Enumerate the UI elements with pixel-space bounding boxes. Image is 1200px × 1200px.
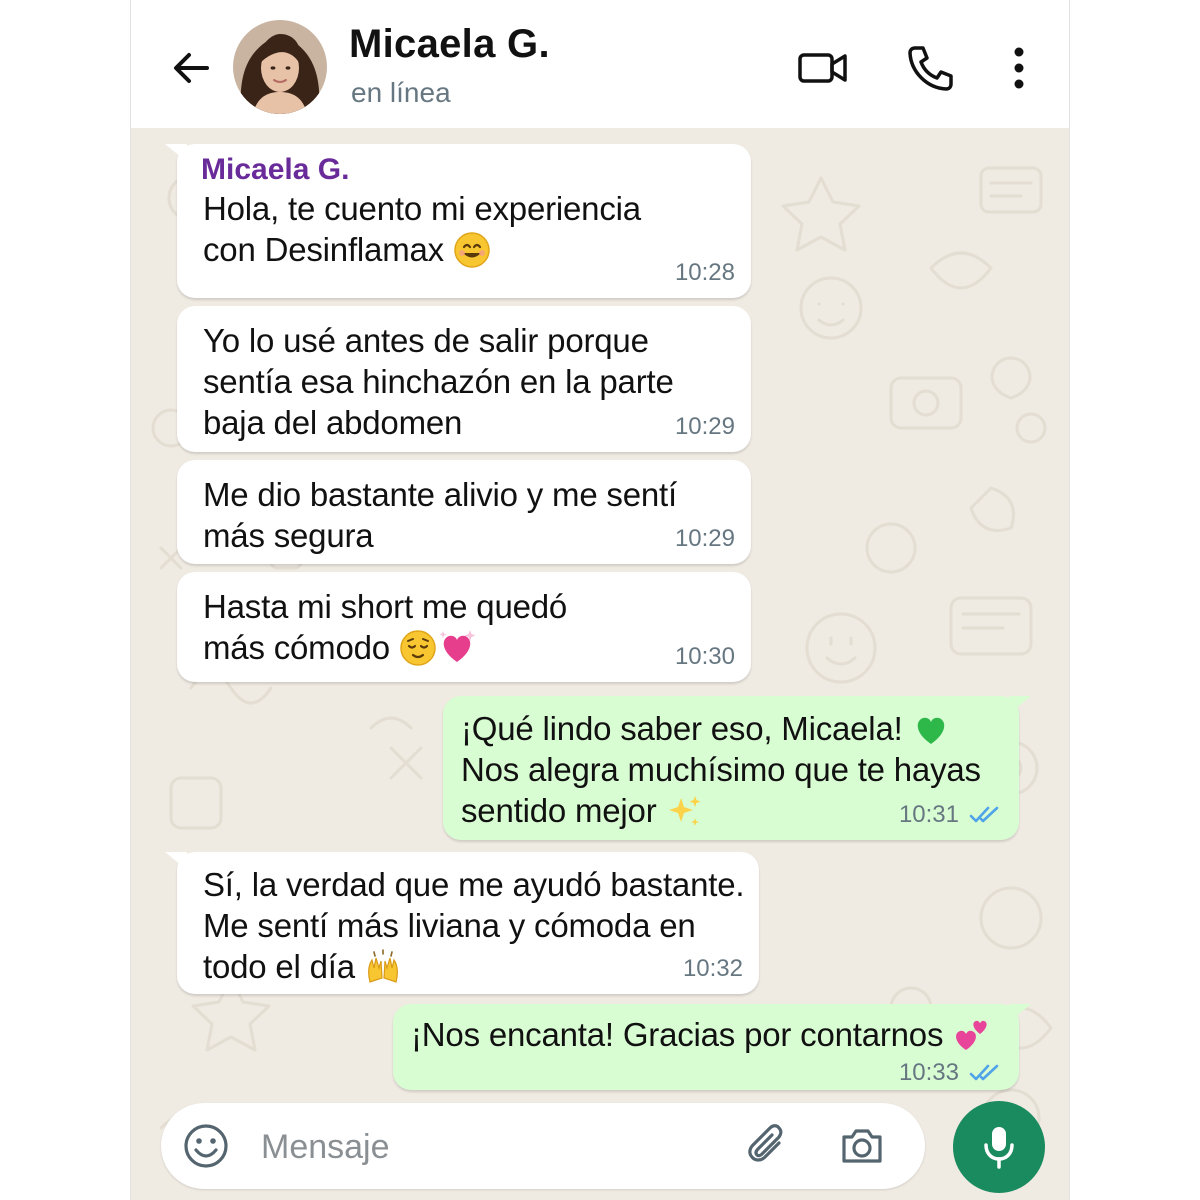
message-text: Yo lo usé antes de salir porque sentía es… [203,322,674,441]
contact-name[interactable]: Micaela G. [349,22,550,67]
message-time: 10:32 [682,955,743,982]
sparkling-heart-emoji-icon [439,630,476,662]
bubble-tail [1009,1004,1031,1022]
message-bubble-incoming[interactable]: Me dio bastante alivio y me sentí más seg… [177,460,751,564]
message-bubble-outgoing[interactable]: ¡Nos encanta! Gracias por contarnos 10:3… [393,1004,1031,1090]
green-heart-emoji-icon [917,717,944,744]
sender-name: Micaela G. [201,153,350,186]
message-text: ¡Nos encanta! Gracias por contarnos [393,1004,1019,1055]
message-input[interactable] [259,1121,723,1173]
mic-icon [984,1127,1014,1169]
chat-header: Micaela G. en línea [131,0,1069,128]
message-bubble-incoming[interactable]: Micaela G. Hola, te cuento mi experienci… [165,144,751,298]
read-receipt-icon [969,806,999,823]
smiling-face-emoji-icon [454,232,490,268]
attach-icon[interactable] [743,1121,793,1171]
message-time: 10:33 [899,1060,1003,1086]
bubble-tail [165,852,187,870]
message-time: 10:31 [899,802,1003,828]
message-time: 10:28 [674,259,735,286]
more-options-icon[interactable] [993,42,1045,94]
message-bubble-incoming[interactable]: Yo lo usé antes de salir porque sentía es… [177,306,751,452]
message-bubble-incoming[interactable]: Hasta mi short me quedó más cómodo 10:30 [177,572,751,682]
relieved-face-emoji-icon [400,630,436,666]
bubble-tail [165,144,187,162]
video-call-icon[interactable] [797,42,849,94]
message-bubble-outgoing[interactable]: ¡Qué lindo saber eso, Micaela! Nos alegr… [443,696,1031,840]
message-text: Hasta mi short me quedó más cómodo [203,588,568,666]
raising-hands-emoji-icon [368,949,398,983]
back-arrow-icon[interactable] [167,44,215,92]
mic-button[interactable] [953,1101,1045,1193]
two-hearts-emoji-icon [956,1020,987,1050]
message-time: 10:29 [674,413,735,440]
chat-screen: Micaela G. en línea Micaela G. Hola, te … [130,0,1070,1200]
emoji-icon[interactable] [181,1121,231,1171]
phone-icon[interactable] [905,42,957,94]
camera-icon[interactable] [837,1121,887,1171]
contact-status: en línea [351,77,451,108]
message-text: Me dio bastante alivio y me sentí más seg… [203,476,677,554]
bubble-tail [1009,696,1031,714]
avatar[interactable] [233,20,327,114]
message-bubble-incoming[interactable]: Sí, la verdad que me ayudó bastante. Me s… [165,852,759,994]
message-text: Sí, la verdad que me ayudó bastante. Me s… [203,866,745,985]
message-time: 10:29 [674,525,735,552]
read-receipt-icon [969,1064,999,1081]
message-time: 10:30 [674,643,735,670]
message-text: Hola, te cuento mi experiencia con Desinf… [203,190,641,268]
sparkles-emoji-icon [669,796,701,826]
message-input-bar [161,1103,925,1189]
